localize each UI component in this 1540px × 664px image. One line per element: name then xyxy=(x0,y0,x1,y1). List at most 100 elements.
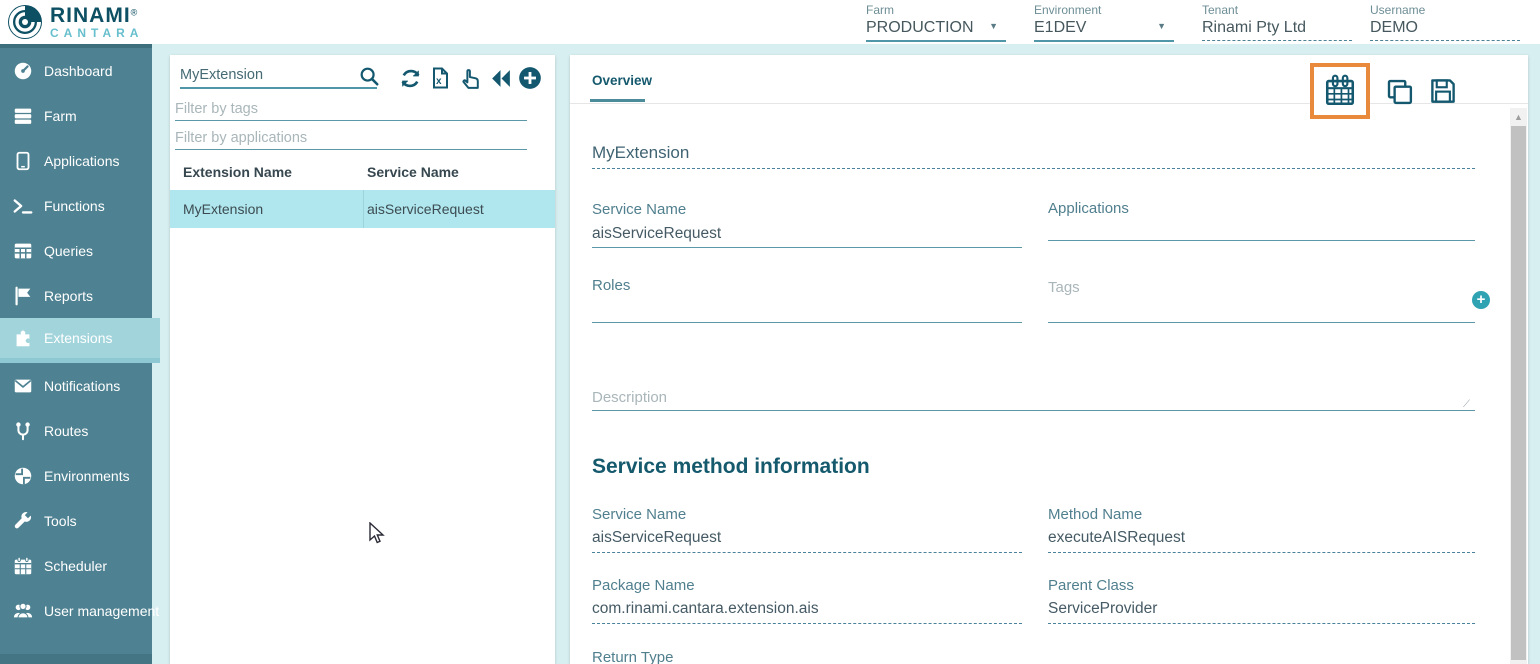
method-name-label: Method Name xyxy=(1048,506,1142,523)
sidebar-item-label: Routes xyxy=(44,423,88,439)
description-underline xyxy=(592,410,1475,411)
environment-select[interactable]: Environment E1DEV ▼ xyxy=(1034,3,1194,42)
sidebar-item-label: User management xyxy=(44,603,159,619)
sidebar-item-label: Environments xyxy=(44,468,130,484)
sidebar-item-routes[interactable]: Routes xyxy=(0,408,152,453)
scrollbar-thumb[interactable] xyxy=(1511,126,1526,660)
sidebar-item-label: Functions xyxy=(44,198,105,214)
environment-value[interactable]: E1DEV xyxy=(1034,17,1174,42)
sidebar-item-user-management[interactable]: User management xyxy=(0,588,152,633)
sidebar-item-label: Queries xyxy=(44,243,93,259)
username-field: Username DEMO xyxy=(1370,3,1530,42)
farm-value[interactable]: PRODUCTION xyxy=(866,17,1006,42)
sidebar-item-notifications[interactable]: Notifications xyxy=(0,363,152,408)
sidebar-footer-strip xyxy=(0,654,152,664)
roles-label: Roles xyxy=(592,277,630,294)
sidebar-item-extensions[interactable]: Extensions xyxy=(0,318,160,363)
refresh-button[interactable] xyxy=(397,65,423,91)
sidebar-item-dashboard[interactable]: Dashboard xyxy=(0,48,152,93)
globe-icon xyxy=(12,465,34,487)
envelope-icon xyxy=(12,375,34,397)
parent-class-value: ServiceProvider xyxy=(1048,600,1157,618)
route-icon xyxy=(12,420,34,442)
select-mode-hand-icon[interactable] xyxy=(457,65,483,91)
username-value: DEMO xyxy=(1370,17,1520,41)
search-icon[interactable] xyxy=(358,65,380,87)
top-header: RINAMI® CANTARA Farm PRODUCTION ▼ Enviro… xyxy=(0,0,1540,44)
sidebar-item-scheduler[interactable]: Scheduler xyxy=(0,543,152,588)
extension-name-underline xyxy=(592,168,1475,169)
sidebar-item-queries[interactable]: Queries xyxy=(0,228,152,273)
column-header-service-name[interactable]: Service Name xyxy=(367,164,459,180)
package-name-label: Package Name xyxy=(592,577,695,594)
filter-by-applications-input[interactable] xyxy=(175,126,527,150)
table-row[interactable]: MyExtension aisServiceRequest xyxy=(170,190,555,228)
sidebar-item-label: Scheduler xyxy=(44,558,107,574)
method-service-name-underline xyxy=(592,552,1022,553)
sidebar-item-label: Extensions xyxy=(44,330,112,346)
method-service-name-label: Service Name xyxy=(592,506,686,523)
sidebar-item-reports[interactable]: Reports xyxy=(0,273,152,318)
chevron-down-icon[interactable]: ▼ xyxy=(989,21,998,31)
scheduler-calendar-icon[interactable] xyxy=(1323,74,1357,108)
save-icon[interactable] xyxy=(1428,76,1458,106)
sidebar-item-environments[interactable]: Environments xyxy=(0,453,152,498)
parent-class-underline xyxy=(1048,623,1475,624)
cell-divider xyxy=(363,190,364,228)
chevron-down-icon[interactable]: ▼ xyxy=(1157,21,1166,31)
tablet-icon xyxy=(12,150,34,172)
tags-underline[interactable] xyxy=(1048,322,1475,323)
app-root: RINAMI® CANTARA Farm PRODUCTION ▼ Enviro… xyxy=(0,0,1540,664)
cell-service-name[interactable]: aisServiceRequest xyxy=(367,201,484,217)
sidebar-item-label: Dashboard xyxy=(44,63,113,79)
package-name-underline xyxy=(592,623,1022,624)
cell-extension-name[interactable]: MyExtension xyxy=(183,201,263,217)
extensions-list-panel: x Extension Name Service Name MyExtensio… xyxy=(170,55,555,664)
copy-icon[interactable] xyxy=(1384,76,1414,106)
service-name-value[interactable]: aisServiceRequest xyxy=(592,225,721,243)
package-name-value: com.rinami.cantara.extension.ais xyxy=(592,600,819,618)
farm-select[interactable]: Farm PRODUCTION ▼ xyxy=(866,3,1026,42)
calendar-icon xyxy=(12,555,34,577)
svg-text:x: x xyxy=(436,76,442,87)
tenant-value: Rinami Pty Ltd xyxy=(1202,17,1352,41)
environment-label: Environment xyxy=(1034,3,1194,17)
sidebar-item-tools[interactable]: Tools xyxy=(0,498,152,543)
rewind-icon[interactable] xyxy=(487,65,513,91)
tags-placeholder[interactable]: Tags xyxy=(1048,279,1080,296)
users-icon xyxy=(12,600,34,622)
sidebar-item-label: Tools xyxy=(44,513,77,529)
add-extension-button[interactable] xyxy=(517,65,543,91)
vertical-scrollbar[interactable]: ▲ xyxy=(1510,108,1527,664)
scrollbar-up-arrow-icon[interactable]: ▲ xyxy=(1510,112,1527,122)
sidebar-item-farm[interactable]: Farm xyxy=(0,93,152,138)
scheduler-highlight-box[interactable] xyxy=(1310,63,1370,119)
sidebar-item-label: Applications xyxy=(44,153,120,169)
logo-text-rinami: RINAMI xyxy=(50,4,131,27)
rinami-logo-icon xyxy=(6,3,46,41)
add-tag-button[interactable]: + xyxy=(1472,291,1490,309)
roles-underline[interactable] xyxy=(592,322,1022,323)
method-service-name-value: aisServiceRequest xyxy=(592,529,721,547)
table-icon xyxy=(12,240,34,262)
extension-name-field[interactable]: MyExtension xyxy=(592,143,689,163)
parent-class-label: Parent Class xyxy=(1048,577,1134,594)
search-input[interactable] xyxy=(180,63,377,89)
column-header-extension-name[interactable]: Extension Name xyxy=(183,164,292,180)
export-excel-button[interactable]: x xyxy=(427,65,453,91)
tab-overview[interactable]: Overview xyxy=(592,73,652,88)
method-name-value: executeAISRequest xyxy=(1048,529,1185,547)
sidebar-item-functions[interactable]: Functions xyxy=(0,183,152,228)
flag-icon xyxy=(12,285,34,307)
logo-text-cantara: CANTARA xyxy=(50,27,143,39)
applications-underline[interactable] xyxy=(1048,240,1475,241)
applications-label: Applications xyxy=(1048,200,1129,217)
service-name-underline xyxy=(592,247,1022,248)
sidebar-item-applications[interactable]: Applications xyxy=(0,138,152,183)
service-name-label: Service Name xyxy=(592,201,686,218)
description-placeholder[interactable]: Description xyxy=(592,389,667,406)
farm-label: Farm xyxy=(866,3,1026,17)
gauge-icon xyxy=(12,60,34,82)
filter-by-tags-input[interactable] xyxy=(175,97,527,121)
textarea-resize-handle[interactable]: ⟋ xyxy=(1463,399,1473,409)
